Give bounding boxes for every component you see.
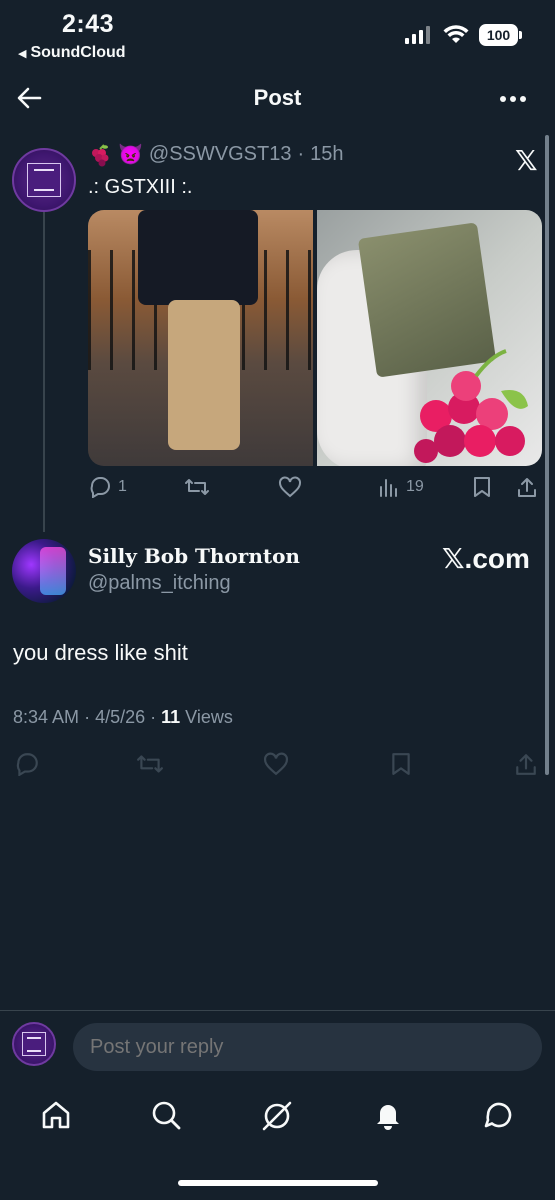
share-button[interactable] — [516, 476, 538, 498]
post-actions: 1 19 — [88, 476, 542, 506]
page-title: Post — [253, 85, 302, 110]
share-icon — [518, 478, 536, 497]
like-button[interactable] — [262, 752, 290, 776]
thread-line — [43, 212, 45, 532]
home-icon[interactable] — [40, 1099, 72, 1131]
grapes-emoji-icon — [88, 143, 112, 167]
bookmark-button[interactable] — [390, 752, 412, 776]
heart-icon — [279, 476, 301, 498]
reply-button[interactable] — [14, 752, 40, 776]
post-author-handle[interactable]: @SSWVGST13 — [149, 143, 292, 166]
share-icon — [516, 754, 536, 775]
tab-bar — [0, 1085, 555, 1145]
battery-nub — [519, 31, 522, 39]
views-count: 19 — [406, 478, 424, 495]
reply-button[interactable]: 1 — [88, 476, 127, 498]
reply-icon — [90, 477, 110, 498]
post-text: .: GSTXIII :. — [88, 176, 193, 198]
more-options-icon[interactable] — [500, 96, 526, 102]
repost-button[interactable] — [136, 752, 164, 776]
bookmark-icon — [392, 753, 410, 775]
x-logo-icon: 𝕏 — [515, 145, 538, 176]
repost-icon — [185, 479, 209, 495]
messages-icon[interactable] — [482, 1099, 516, 1131]
avatar-palms-itching[interactable] — [12, 539, 76, 603]
home-indicator — [178, 1180, 378, 1186]
media-photo-outfit[interactable] — [88, 210, 313, 466]
scrollbar[interactable] — [545, 135, 549, 775]
post-media[interactable] — [88, 210, 542, 466]
reply-author-handle[interactable]: @palms_itching — [88, 572, 231, 595]
analytics-icon — [380, 479, 397, 497]
repost-icon — [137, 755, 163, 773]
post-header: 👿 @SSWVGST13 · 15h — [88, 142, 344, 167]
like-button[interactable] — [278, 476, 302, 498]
reply-date: 4/5/26 — [95, 707, 146, 727]
divider — [0, 1010, 555, 1011]
dot-separator: · — [150, 707, 162, 727]
battery-level: 100 — [486, 27, 511, 43]
bookmark-button[interactable] — [472, 476, 492, 498]
repost-button[interactable] — [184, 476, 210, 498]
reply-icon — [16, 753, 38, 776]
reply-count: 1 — [118, 478, 127, 495]
search-icon[interactable] — [150, 1099, 182, 1131]
reply-input[interactable] — [73, 1023, 542, 1071]
dot-separator: · — [84, 707, 96, 727]
media-photo-money[interactable] — [317, 210, 542, 466]
cellular-signal-icon — [405, 26, 431, 44]
reply-time: 8:34 AM — [13, 707, 80, 727]
composer-avatar — [12, 1022, 56, 1066]
reply-views-count: 11 — [161, 707, 181, 727]
battery-icon: 100 — [479, 24, 518, 46]
views-button[interactable]: 19 — [378, 476, 424, 498]
avatar-sswvgst13[interactable] — [12, 148, 76, 212]
reply-author-name[interactable]: Silly Bob Thornton — [88, 544, 300, 568]
back-app-label: SoundCloud — [30, 44, 126, 61]
reply-views-label: Views — [185, 707, 233, 727]
reply-actions — [12, 752, 542, 782]
reply-text: you dress like shit — [13, 640, 188, 665]
share-button[interactable] — [514, 752, 538, 776]
back-triangle-icon: ◀ — [18, 47, 27, 60]
status-time: 2:43 — [62, 10, 115, 38]
dot-separator: · — [297, 143, 305, 165]
devil-emoji: 👿 — [118, 144, 143, 166]
bookmark-icon — [474, 477, 490, 497]
back-to-app-link[interactable]: ◀ SoundCloud — [18, 44, 126, 62]
heart-icon — [264, 752, 288, 776]
post-time: 15h — [310, 143, 344, 165]
notifications-bell-icon[interactable] — [372, 1099, 404, 1131]
source-label: 𝕏.com — [442, 543, 530, 574]
wifi-icon — [443, 24, 469, 44]
grok-icon[interactable] — [260, 1099, 294, 1133]
reply-meta: 8:34 AM · 4/5/26 · 11 Views — [13, 707, 233, 728]
